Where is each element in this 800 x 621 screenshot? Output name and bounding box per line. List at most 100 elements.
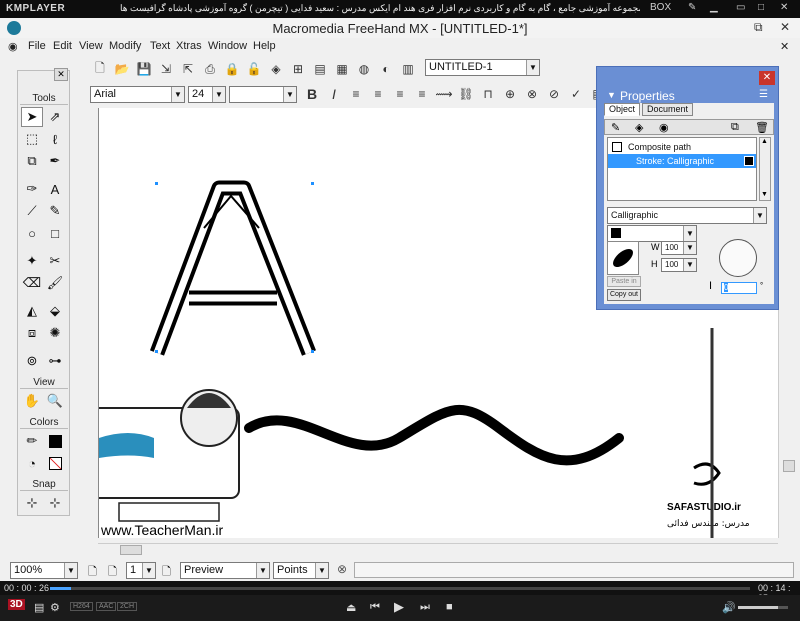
box-label[interactable]: BOX xyxy=(650,2,671,13)
angle-input[interactable]: 0 xyxy=(721,282,757,294)
document-select[interactable]: UNTITLED-1 ▼ xyxy=(425,59,540,76)
chevron-down-icon[interactable]: ▼ xyxy=(256,563,269,578)
pin-icon[interactable]: ✎ xyxy=(688,2,696,13)
layers-icon[interactable]: ▥ xyxy=(398,59,418,79)
maximize-icon[interactable]: □ xyxy=(758,2,764,13)
selection-handle[interactable] xyxy=(311,182,314,185)
play-icon[interactable]: ▶ xyxy=(394,599,404,615)
properties-close-icon[interactable]: ✕ xyxy=(759,71,775,85)
page-select[interactable]: 1 ▼ xyxy=(126,562,156,579)
rectangle-tool-icon[interactable]: □ xyxy=(44,223,66,243)
vertical-scroll-thumb[interactable] xyxy=(783,460,795,472)
chart-tool-icon[interactable]: ⊚ xyxy=(21,351,43,371)
chevron-down-icon[interactable]: ▼ xyxy=(683,259,696,271)
connector-tool-icon[interactable]: ⊶ xyxy=(44,351,66,371)
stroke-color-icon[interactable]: ✏ xyxy=(21,431,43,451)
scroll-up-icon[interactable]: ▲ xyxy=(761,138,768,145)
selection-handle[interactable] xyxy=(155,182,158,185)
list-item-stroke[interactable]: Stroke: Calligraphic xyxy=(608,154,756,168)
group-icon[interactable]: ◈ xyxy=(266,59,286,79)
zoom-tool-icon[interactable]: 🔍 xyxy=(44,391,66,411)
envelope-tool-icon[interactable]: ⧈ xyxy=(21,323,43,343)
3d-badge[interactable]: 3D xyxy=(8,599,25,610)
collapse-arrow-icon[interactable]: ▼ xyxy=(607,90,616,100)
color-mixer-icon[interactable]: ◐ xyxy=(376,59,396,79)
text-tool-icon[interactable]: A xyxy=(44,179,66,199)
app-close-icon[interactable]: ✕ xyxy=(780,20,790,34)
chevron-down-icon[interactable]: ▼ xyxy=(683,226,696,241)
tools-close-icon[interactable]: ✕ xyxy=(54,68,68,81)
hand-tool-icon[interactable]: ✋ xyxy=(21,391,43,411)
justify-icon[interactable]: ≡ xyxy=(412,84,432,104)
add-stroke-icon[interactable]: ✎ xyxy=(611,121,620,134)
player-seek-bar[interactable]: 00 : 00 : 26 00 : 14 : 35 xyxy=(0,581,800,603)
calligraphic-wave-path[interactable] xyxy=(244,404,624,466)
restore-icon[interactable]: ⧉ xyxy=(754,20,763,35)
eraser-tool-icon[interactable]: ⌫ xyxy=(21,273,43,293)
library-icon[interactable]: ▤ xyxy=(310,59,330,79)
close-icon[interactable]: ✕ xyxy=(780,2,788,13)
chevron-down-icon[interactable]: ▼ xyxy=(283,87,296,102)
add-effect-icon[interactable]: ◉ xyxy=(659,121,669,134)
scale-tool-icon[interactable]: ⧉ xyxy=(21,151,43,171)
panel-options-icon[interactable]: ☰ xyxy=(759,89,768,100)
chevron-down-icon[interactable]: ▼ xyxy=(315,563,328,578)
settings-gear-icon[interactable]: ⚙ xyxy=(50,601,60,614)
graphic-hose-icon[interactable]: ✺ xyxy=(44,323,66,343)
chevron-down-icon[interactable]: ▼ xyxy=(142,563,155,578)
lock-icon[interactable]: 🔒 xyxy=(222,59,242,79)
text-convert-icon[interactable]: ⊗ xyxy=(522,84,542,104)
pencil-tool-icon[interactable]: ✎ xyxy=(44,201,66,221)
eyedropper-tool-icon[interactable]: ✒ xyxy=(44,151,66,171)
chevron-down-icon[interactable]: ▼ xyxy=(212,87,225,102)
next-icon[interactable]: ⏭ xyxy=(420,601,430,614)
chevron-down-icon[interactable]: ▼ xyxy=(753,208,766,223)
height-select[interactable]: 100 ▼ xyxy=(661,258,697,272)
export-icon[interactable]: ⇱ xyxy=(178,59,198,79)
font-size-select[interactable]: 24 ▼ xyxy=(188,86,226,103)
fill-none-swatch[interactable] xyxy=(44,453,66,473)
chevron-down-icon[interactable]: ▼ xyxy=(171,87,184,102)
paste-in-button[interactable]: Paste in xyxy=(607,276,641,287)
menu-help[interactable]: Help xyxy=(253,40,276,52)
styles-icon[interactable]: ▦ xyxy=(332,59,352,79)
swatches-icon[interactable]: ◍ xyxy=(354,59,374,79)
italic-icon[interactable]: I xyxy=(324,84,344,104)
menu-file[interactable]: File xyxy=(28,40,46,52)
menu-text[interactable]: Text xyxy=(150,40,170,52)
line-tool-icon[interactable]: ⟋ xyxy=(21,201,43,221)
snap-point-icon[interactable]: ⊹ xyxy=(21,493,43,513)
vertical-scrollbar[interactable] xyxy=(778,108,798,538)
page-tool-icon[interactable]: ⬚ xyxy=(21,129,43,149)
spell-check-icon[interactable]: ✓ xyxy=(566,84,586,104)
mirror-tool-icon[interactable]: ◭ xyxy=(21,301,43,321)
brush-tool-icon[interactable]: 🖌 xyxy=(44,273,66,293)
freeform-tool-icon[interactable]: ✦ xyxy=(21,251,43,271)
horizontal-scroll-thumb[interactable] xyxy=(120,545,142,555)
page-icon[interactable]: 🗋 xyxy=(162,563,171,582)
page-prev-icon[interactable]: 🗋 xyxy=(88,563,97,582)
stroke-type-select[interactable]: Calligraphic ▼ xyxy=(607,207,767,224)
align-right-icon[interactable]: ≡ xyxy=(390,84,410,104)
save-icon[interactable]: 💾 xyxy=(134,59,154,79)
open-folder-icon[interactable]: 📂 xyxy=(112,59,132,79)
import-icon[interactable]: ⇲ xyxy=(156,59,176,79)
text-effect-icon[interactable]: ⊕ xyxy=(500,84,520,104)
pen-tool-icon[interactable]: ✑ xyxy=(21,179,43,199)
menu-icon[interactable]: ◉ xyxy=(8,40,18,53)
chevron-down-icon[interactable]: ▼ xyxy=(64,563,77,578)
pointer-tool-icon[interactable]: ➤ xyxy=(21,107,43,127)
extrude-tool-icon[interactable]: ⬙ xyxy=(44,301,66,321)
letter-a-outline[interactable] xyxy=(149,180,316,356)
align-icon[interactable]: ⊞ xyxy=(288,59,308,79)
align-left-icon[interactable]: ≡ xyxy=(346,84,366,104)
font-style-select[interactable]: ▼ xyxy=(229,86,297,103)
list-item-composite-path[interactable]: Composite path xyxy=(608,140,756,154)
selection-handle[interactable] xyxy=(155,350,158,353)
eject-icon[interactable]: ⏏ xyxy=(346,601,356,614)
tab-document[interactable]: Document xyxy=(642,103,694,116)
page-next-icon[interactable]: 🗋 xyxy=(108,563,117,582)
volume-icon[interactable]: 🔊 xyxy=(722,601,736,614)
lasso-tool-icon[interactable]: ℓ xyxy=(44,129,66,149)
new-document-icon[interactable]: 🗋 xyxy=(90,59,110,79)
